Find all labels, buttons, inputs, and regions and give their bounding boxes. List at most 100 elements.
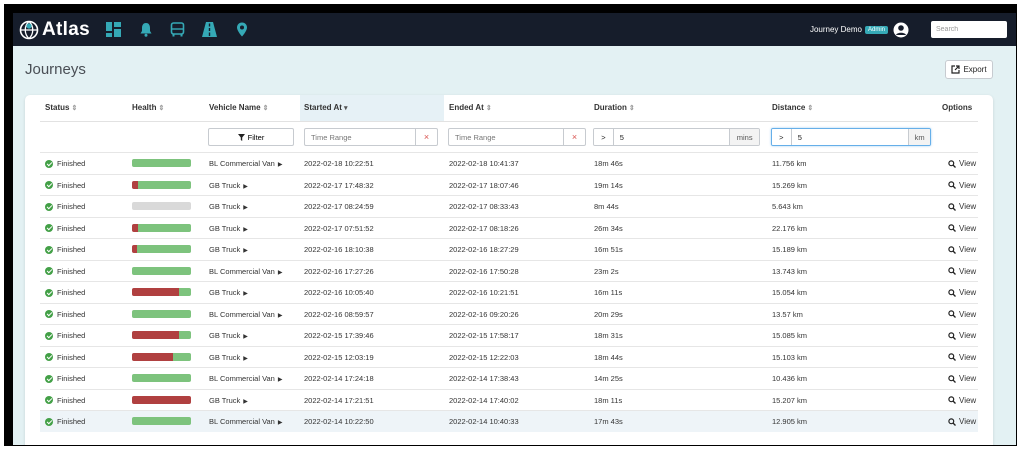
table-row[interactable]: Finished GB Truck ▶ 2022-02-17 08:24:59 2022… <box>40 195 978 217</box>
page-title: Journeys <box>25 61 86 78</box>
view-button[interactable]: View <box>948 411 976 432</box>
view-button[interactable]: View <box>948 175 976 196</box>
view-button[interactable]: View <box>948 325 976 346</box>
bell-icon[interactable] <box>136 20 156 40</box>
table-row[interactable]: Finished GB Truck ▶ 2022-02-16 10:05:40 2022… <box>40 281 978 303</box>
view-label: View <box>959 309 977 319</box>
export-label: Export <box>963 65 987 74</box>
health-bar-bad <box>132 352 173 361</box>
table-row[interactable]: Finished GB Truck ▶ 2022-02-15 17:39:46 2022… <box>40 324 978 346</box>
brand-logo[interactable]: Atlas <box>19 19 90 41</box>
journeys-table-body: Finished BL Commercial Van ▶ 2022-02-18 10:… <box>40 152 978 432</box>
dashboard-icon[interactable] <box>104 20 124 40</box>
view-button[interactable]: View <box>948 390 976 411</box>
table-row[interactable]: Finished GB Truck ▶ 2022-02-16 18:10:38 2022… <box>40 238 978 260</box>
search-icon <box>948 202 956 211</box>
view-button[interactable]: View <box>948 304 976 325</box>
table-row[interactable]: Finished GB Truck ▶ 2022-02-17 07:51:52 2022… <box>40 216 978 239</box>
check-circle-icon <box>45 202 53 211</box>
status-text: Finished <box>57 159 86 168</box>
started-at-time-range-input[interactable] <box>305 129 415 145</box>
column-header-duration[interactable]: Duration ⇕ <box>594 95 635 121</box>
duration-unit: mins <box>729 129 759 145</box>
table-row[interactable]: Finished GB Truck ▶ 2022-02-14 17:21:51 2022… <box>40 388 978 411</box>
view-label: View <box>959 245 977 254</box>
map-pin-icon[interactable] <box>232 20 252 40</box>
column-header-vehicle[interactable]: Vehicle Name ⇕ <box>209 95 268 121</box>
status-text: Finished <box>57 223 86 233</box>
header-divider <box>40 121 978 122</box>
status-text: Finished <box>57 374 86 383</box>
column-header-started-at[interactable]: Started At ▾ <box>300 95 444 121</box>
vehicle-cell[interactable]: GB Truck ▶ <box>209 218 248 239</box>
column-header-status[interactable]: Status ⇕ <box>45 95 77 121</box>
health-bar-good <box>132 374 191 382</box>
vehicle-name: GB Truck <box>209 202 241 211</box>
duration-cell: 17m 43s <box>594 417 623 426</box>
view-button[interactable]: View <box>948 196 976 217</box>
view-label: View <box>959 417 977 426</box>
vehicle-cell[interactable]: BL Commercial Van ▶ <box>209 261 282 282</box>
column-header-distance[interactable]: Distance ⇕ <box>772 95 813 121</box>
table-row[interactable]: Finished BL Commercial Van ▶ 2022-02-18 10:… <box>40 152 978 174</box>
view-button[interactable]: View <box>948 282 976 303</box>
table-row[interactable]: Finished BL Commercial Van ▶ 2022-02-14 10:… <box>40 410 978 432</box>
view-button[interactable]: View <box>948 368 976 389</box>
ended-at-cell: 2022-02-15 17:58:17 <box>449 331 519 340</box>
sort-icon: ⇕ <box>628 105 635 112</box>
road-icon[interactable] <box>200 20 220 40</box>
table-row[interactable]: Finished BL Commercial Van ▶ 2022-02-16 17:… <box>40 259 978 282</box>
filter-button[interactable]: Filter <box>208 128 294 146</box>
started-at-cell: 2022-02-16 10:05:40 <box>304 288 374 297</box>
user-avatar-icon[interactable] <box>893 22 909 38</box>
duration-cell: 18m 44s <box>594 352 623 362</box>
table-row[interactable]: Finished GB Truck ▶ 2022-02-15 12:03:19 2022… <box>40 345 978 368</box>
status-text: Finished <box>57 309 86 319</box>
table-row[interactable]: Finished BL Commercial Van ▶ 2022-02-14 17:… <box>40 367 978 389</box>
vehicle-cell[interactable]: GB Truck ▶ <box>209 239 248 260</box>
distance-cell: 15.207 km <box>772 395 808 405</box>
duration-cell: 18m 46s <box>594 159 623 168</box>
column-header-ended-at[interactable]: Ended At ⇕ <box>449 95 492 121</box>
table-row[interactable]: Finished BL Commercial Van ▶ 2022-02-16 08:… <box>40 302 978 325</box>
view-button[interactable]: View <box>948 218 976 239</box>
view-button[interactable]: View <box>948 153 976 174</box>
check-circle-icon <box>45 331 53 340</box>
export-button[interactable]: Export <box>945 60 993 79</box>
view-label: View <box>959 202 977 211</box>
duration-cell: 14m 25s <box>594 374 623 383</box>
view-button[interactable]: View <box>948 239 976 260</box>
vehicle-cell[interactable]: GB Truck ▶ <box>209 347 248 368</box>
search-input[interactable] <box>931 21 1007 38</box>
vehicle-cell[interactable]: GB Truck ▶ <box>209 175 248 196</box>
distance-unit: km <box>908 129 930 145</box>
view-button[interactable]: View <box>948 261 976 282</box>
distance-value-input[interactable] <box>791 129 909 145</box>
view-button[interactable]: View <box>948 347 976 368</box>
app-screen: Atlas Journey Demo Admin Search Journeys… <box>13 13 1016 445</box>
health-bar <box>132 352 191 361</box>
vehicle-cell[interactable]: GB Truck ▶ <box>209 282 248 303</box>
user-name[interactable]: Journey Demo <box>810 25 862 34</box>
duration-operator[interactable]: > <box>594 129 614 145</box>
vehicle-cell[interactable]: BL Commercial Van ▶ <box>209 153 282 174</box>
vehicle-cell[interactable]: BL Commercial Van ▶ <box>209 304 282 325</box>
vehicle-name: GB Truck <box>209 395 241 405</box>
vehicle-name: GB Truck <box>209 331 241 340</box>
ended-at-time-range-input[interactable] <box>449 129 563 145</box>
ended-at-cell: 2022-02-17 08:18:26 <box>449 223 519 233</box>
vehicle-cell[interactable]: GB Truck ▶ <box>209 390 248 411</box>
clear-ended-filter-icon[interactable]: × <box>563 129 585 145</box>
vehicle-cell[interactable]: BL Commercial Van ▶ <box>209 411 282 432</box>
vehicle-cell[interactable]: GB Truck ▶ <box>209 325 248 346</box>
column-header-health[interactable]: Health ⇕ <box>132 95 164 121</box>
status-text: Finished <box>57 395 86 405</box>
bus-icon[interactable] <box>168 20 188 40</box>
vehicle-cell[interactable]: BL Commercial Van ▶ <box>209 368 282 389</box>
duration-value-input[interactable] <box>613 129 730 145</box>
clear-started-filter-icon[interactable]: × <box>415 129 437 145</box>
table-row[interactable]: Finished GB Truck ▶ 2022-02-17 17:48:32 2022… <box>40 173 978 196</box>
vehicle-cell[interactable]: GB Truck ▶ <box>209 196 248 217</box>
vehicle-name: BL Commercial Van <box>209 417 275 426</box>
distance-operator[interactable]: > <box>772 129 792 145</box>
